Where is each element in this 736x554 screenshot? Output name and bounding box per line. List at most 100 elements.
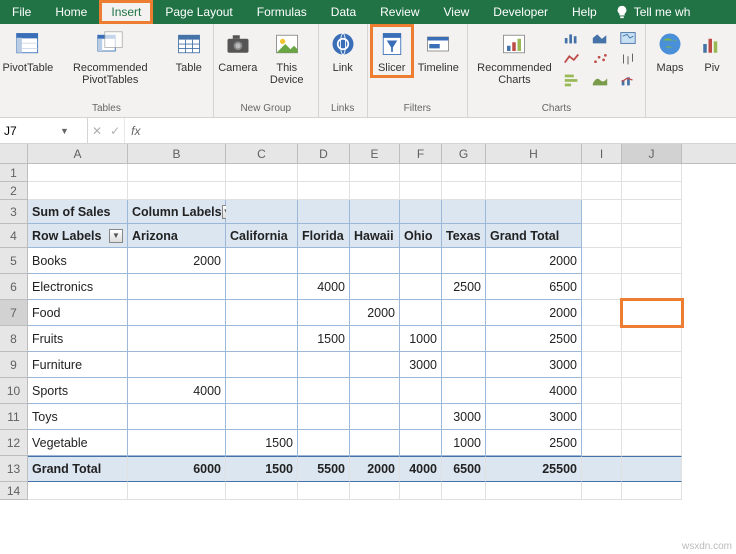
row-header-7[interactable]: 7 — [0, 300, 28, 326]
cell-G9[interactable] — [442, 352, 486, 378]
cell-G5[interactable] — [442, 248, 486, 274]
cell-D8[interactable]: 1500 — [298, 326, 350, 352]
link-button[interactable]: Link — [323, 26, 363, 76]
slicer-button[interactable]: Slicer — [372, 26, 412, 76]
cell-C4[interactable]: California — [226, 224, 298, 248]
cell-I1[interactable] — [582, 164, 622, 182]
cell-B10[interactable]: 4000 — [128, 378, 226, 404]
pivottable-button[interactable]: PivotTable — [4, 26, 52, 76]
cell-G11[interactable]: 3000 — [442, 404, 486, 430]
cell-I5[interactable] — [582, 248, 622, 274]
column-header-D[interactable]: D — [298, 144, 350, 163]
cell-F1[interactable] — [400, 164, 442, 182]
row-header-6[interactable]: 6 — [0, 274, 28, 300]
column-header-J[interactable]: J — [622, 144, 682, 163]
tab-developer[interactable]: Developer — [481, 0, 560, 24]
cell-A14[interactable] — [28, 482, 128, 500]
map-chart-icon[interactable] — [615, 28, 641, 48]
cell-A8[interactable]: Fruits — [28, 326, 128, 352]
cell-C8[interactable] — [226, 326, 298, 352]
row-header-4[interactable]: 4 — [0, 224, 28, 248]
pivotchart-button[interactable]: Piv — [692, 26, 732, 76]
cell-D12[interactable] — [298, 430, 350, 456]
cell-F3[interactable] — [400, 200, 442, 224]
column-chart-icon[interactable] — [559, 28, 585, 48]
cell-C11[interactable] — [226, 404, 298, 430]
column-header-C[interactable]: C — [226, 144, 298, 163]
cell-C13[interactable]: 1500 — [226, 456, 298, 482]
cell-F9[interactable]: 3000 — [400, 352, 442, 378]
cell-J4[interactable] — [622, 224, 682, 248]
cell-E4[interactable]: Hawaii — [350, 224, 400, 248]
tab-file[interactable]: File — [0, 0, 43, 24]
cell-H8[interactable]: 2500 — [486, 326, 582, 352]
cell-F12[interactable] — [400, 430, 442, 456]
cell-B9[interactable] — [128, 352, 226, 378]
cell-J12[interactable] — [622, 430, 682, 456]
cell-G14[interactable] — [442, 482, 486, 500]
tab-help[interactable]: Help — [560, 0, 609, 24]
row-header-2[interactable]: 2 — [0, 182, 28, 200]
cell-B12[interactable] — [128, 430, 226, 456]
cell-I8[interactable] — [582, 326, 622, 352]
cell-G8[interactable] — [442, 326, 486, 352]
row-header-8[interactable]: 8 — [0, 326, 28, 352]
cell-F5[interactable] — [400, 248, 442, 274]
surface-chart-icon[interactable] — [587, 70, 613, 90]
select-all-corner[interactable] — [0, 144, 28, 163]
this-device-button[interactable]: This Device — [260, 26, 314, 88]
tab-insert[interactable]: Insert — [99, 0, 153, 24]
column-header-I[interactable]: I — [582, 144, 622, 163]
cell-F14[interactable] — [400, 482, 442, 500]
cell-A13[interactable]: Grand Total — [28, 456, 128, 482]
cell-D3[interactable] — [298, 200, 350, 224]
tab-review[interactable]: Review — [368, 0, 431, 24]
cell-G4[interactable]: Texas — [442, 224, 486, 248]
area-chart-icon[interactable] — [587, 28, 613, 48]
cell-H7[interactable]: 2000 — [486, 300, 582, 326]
cell-H1[interactable] — [486, 164, 582, 182]
cell-E2[interactable] — [350, 182, 400, 200]
cell-D6[interactable]: 4000 — [298, 274, 350, 300]
cell-F6[interactable] — [400, 274, 442, 300]
cell-H12[interactable]: 2500 — [486, 430, 582, 456]
bar-chart-icon[interactable] — [559, 70, 585, 90]
row-header-11[interactable]: 11 — [0, 404, 28, 430]
cell-J11[interactable] — [622, 404, 682, 430]
tell-me-search[interactable]: Tell me wh — [609, 0, 697, 24]
tab-formulas[interactable]: Formulas — [245, 0, 319, 24]
cell-A1[interactable] — [28, 164, 128, 182]
cell-J9[interactable] — [622, 352, 682, 378]
cell-H3[interactable] — [486, 200, 582, 224]
cell-C3[interactable] — [226, 200, 298, 224]
cell-B8[interactable] — [128, 326, 226, 352]
cell-J7[interactable] — [622, 300, 682, 326]
cell-H5[interactable]: 2000 — [486, 248, 582, 274]
cell-C14[interactable] — [226, 482, 298, 500]
column-header-A[interactable]: A — [28, 144, 128, 163]
name-box[interactable]: ▼ — [0, 118, 88, 143]
cell-C7[interactable] — [226, 300, 298, 326]
cell-I6[interactable] — [582, 274, 622, 300]
column-header-G[interactable]: G — [442, 144, 486, 163]
cell-F10[interactable] — [400, 378, 442, 404]
cell-F8[interactable]: 1000 — [400, 326, 442, 352]
tab-data[interactable]: Data — [319, 0, 368, 24]
cell-I4[interactable] — [582, 224, 622, 248]
cell-D14[interactable] — [298, 482, 350, 500]
cell-C10[interactable] — [226, 378, 298, 404]
cell-B13[interactable]: 6000 — [128, 456, 226, 482]
cell-G2[interactable] — [442, 182, 486, 200]
cell-I10[interactable] — [582, 378, 622, 404]
cell-J1[interactable] — [622, 164, 682, 182]
row-header-14[interactable]: 14 — [0, 482, 28, 500]
row-header-13[interactable]: 13 — [0, 456, 28, 482]
row-header-5[interactable]: 5 — [0, 248, 28, 274]
row-header-12[interactable]: 12 — [0, 430, 28, 456]
cell-G13[interactable]: 6500 — [442, 456, 486, 482]
cell-D13[interactable]: 5500 — [298, 456, 350, 482]
cell-C5[interactable] — [226, 248, 298, 274]
cell-D2[interactable] — [298, 182, 350, 200]
cell-F4[interactable]: Ohio — [400, 224, 442, 248]
cell-A10[interactable]: Sports — [28, 378, 128, 404]
